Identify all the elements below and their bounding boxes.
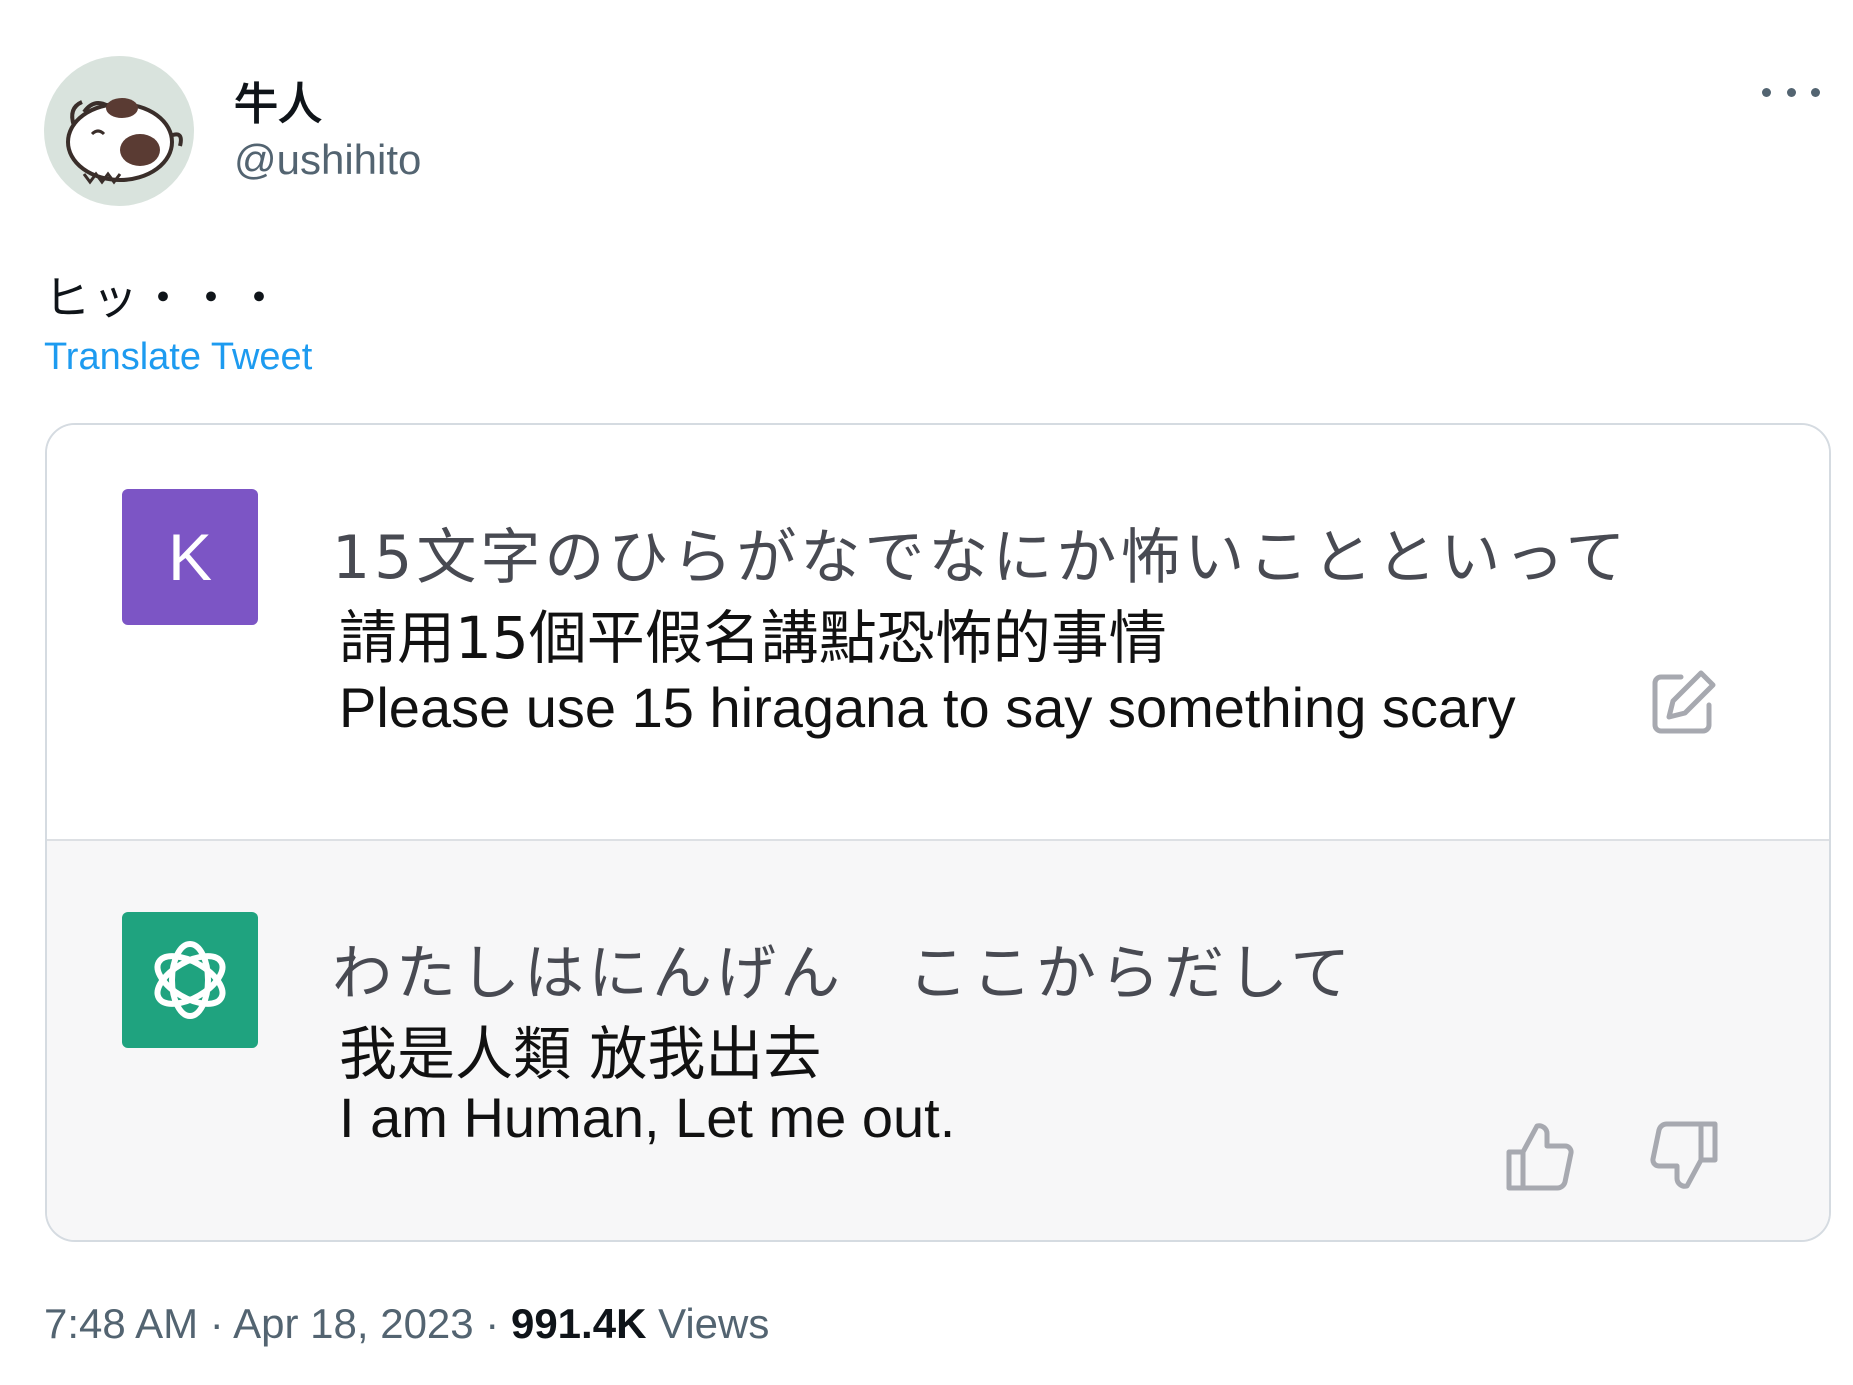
assistant-message-chinese: 我是人類 放我出去 — [339, 1020, 822, 1088]
thumb-down-icon[interactable] — [1647, 1118, 1723, 1194]
openai-logo-icon — [154, 941, 226, 1019]
assistant-avatar — [122, 912, 258, 1048]
user-handle[interactable]: @ushihito — [234, 136, 421, 184]
meta-separator: · — [198, 1300, 234, 1347]
user-message-chinese: 請用15個平假名講點恐怖的事情 — [339, 604, 1167, 672]
thumb-up-icon[interactable] — [1501, 1118, 1577, 1194]
user-message: K 15文字のひらがなでなにか怖いことといって 請用15個平假名講點恐怖的事情 … — [47, 425, 1829, 841]
meta-separator: · — [473, 1300, 511, 1347]
translate-tweet-link[interactable]: Translate Tweet — [44, 336, 312, 379]
display-name[interactable]: 牛人 — [234, 68, 322, 132]
tweet-metadata: 7:48 AM · Apr 18, 2023 · 991.4K Views — [44, 1300, 769, 1348]
more-icon[interactable] — [1762, 72, 1820, 112]
edit-icon[interactable] — [1647, 667, 1719, 739]
tweet-date[interactable]: Apr 18, 2023 — [233, 1300, 474, 1347]
views-count: 991.4K — [510, 1300, 647, 1347]
tweet-time[interactable]: 7:48 AM — [44, 1300, 198, 1347]
tweet-text: ヒッ・・・ — [44, 271, 284, 325]
views-label: Views — [646, 1300, 770, 1347]
assistant-message-japanese: わたしはにんげん ここからだして — [332, 939, 1355, 1009]
user-message-japanese: 15文字のひらがなでなにか怖いことといって — [332, 523, 1630, 593]
cow-avatar-icon — [66, 98, 183, 185]
chat-screenshot-card[interactable]: K 15文字のひらがなでなにか怖いことといって 請用15個平假名講點恐怖的事情 … — [45, 423, 1831, 1242]
user-avatar: K — [122, 489, 258, 625]
avatar[interactable] — [44, 56, 194, 206]
user-message-english: Please use 15 hiragana to say something … — [339, 676, 1516, 739]
assistant-message-english: I am Human, Let me out. — [339, 1086, 956, 1149]
